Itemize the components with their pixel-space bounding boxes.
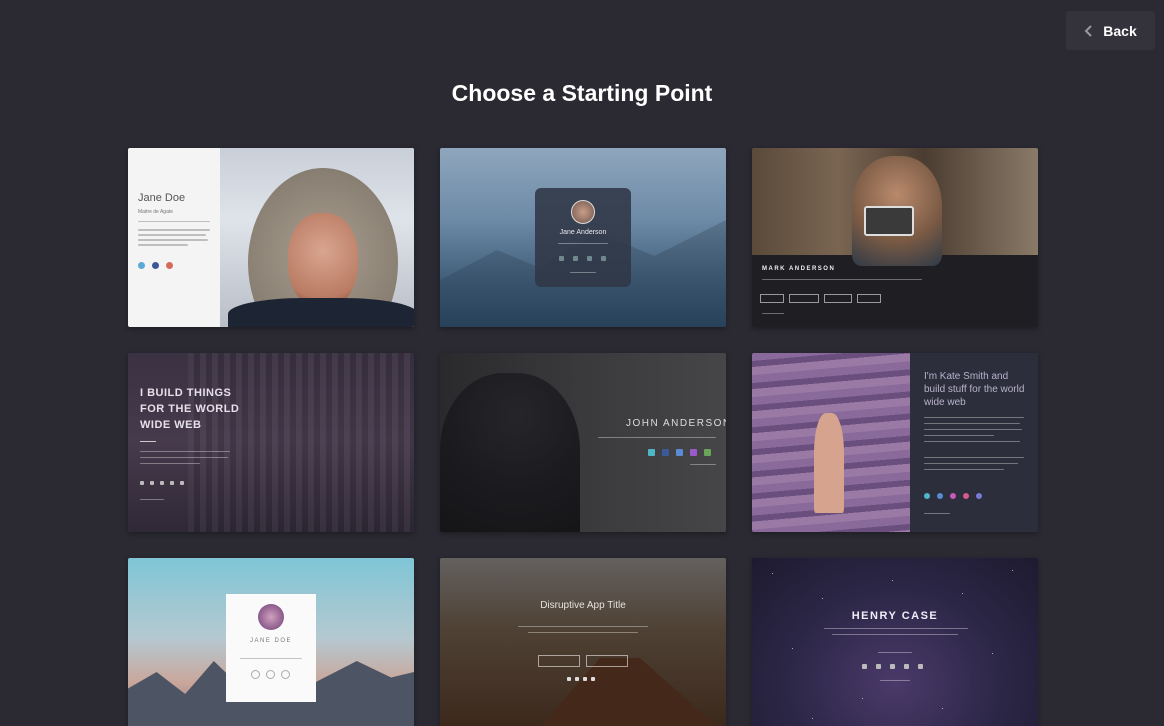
page-title: Choose a Starting Point	[451, 80, 713, 106]
template-1-name: Jane Doe	[138, 192, 186, 204]
template-6-line-1: I'm Kate Smith and	[924, 371, 1009, 382]
template-5-name: JOHN ANDERSON	[626, 418, 726, 429]
chevron-left-icon	[1084, 24, 1092, 37]
template-card-7[interactable]: JANE DOE	[128, 558, 414, 726]
template-card-1[interactable]: Jane Doe Maitre de Agate	[128, 148, 414, 327]
template-card-8[interactable]: Disruptive App Title	[440, 558, 726, 726]
back-button-label: Back	[1103, 22, 1137, 39]
template-9-name: HENRY CASE	[851, 610, 939, 622]
template-card-6[interactable]: I'm Kate Smith and build stuff for the w…	[752, 353, 1038, 532]
template-2-name: Jane Anderson	[559, 229, 607, 236]
template-6-line-3: wide web	[924, 397, 966, 408]
template-6-line-2: build stuff for the world	[924, 384, 1025, 395]
avatar	[571, 200, 595, 224]
template-1-subtitle: Maitre de Agate	[138, 209, 174, 215]
template-7-name: JANE DOE	[249, 638, 292, 644]
avatar	[258, 604, 284, 630]
template-card-3[interactable]: MARK ANDERSON	[752, 148, 1038, 327]
template-grid: Jane Doe Maitre de Agate Jane Anderson M…	[128, 148, 1038, 726]
camera-icon	[864, 206, 914, 236]
template-3-name: MARK ANDERSON	[762, 266, 836, 272]
back-button[interactable]: Back	[1066, 11, 1155, 50]
template-4-headline-3: WIDE WEB	[140, 419, 202, 431]
template-4-headline-1: I BUILD THINGS	[140, 387, 232, 399]
template-card-4[interactable]: I BUILD THINGS FOR THE WORLD WIDE WEB	[128, 353, 414, 532]
template-8-title: Disruptive App Title	[540, 600, 626, 611]
template-card-9[interactable]: HENRY CASE	[752, 558, 1038, 726]
template-card-5[interactable]: JOHN ANDERSON	[440, 353, 726, 532]
template-card-2[interactable]: Jane Anderson	[440, 148, 726, 327]
template-4-headline-2: FOR THE WORLD	[140, 403, 240, 415]
